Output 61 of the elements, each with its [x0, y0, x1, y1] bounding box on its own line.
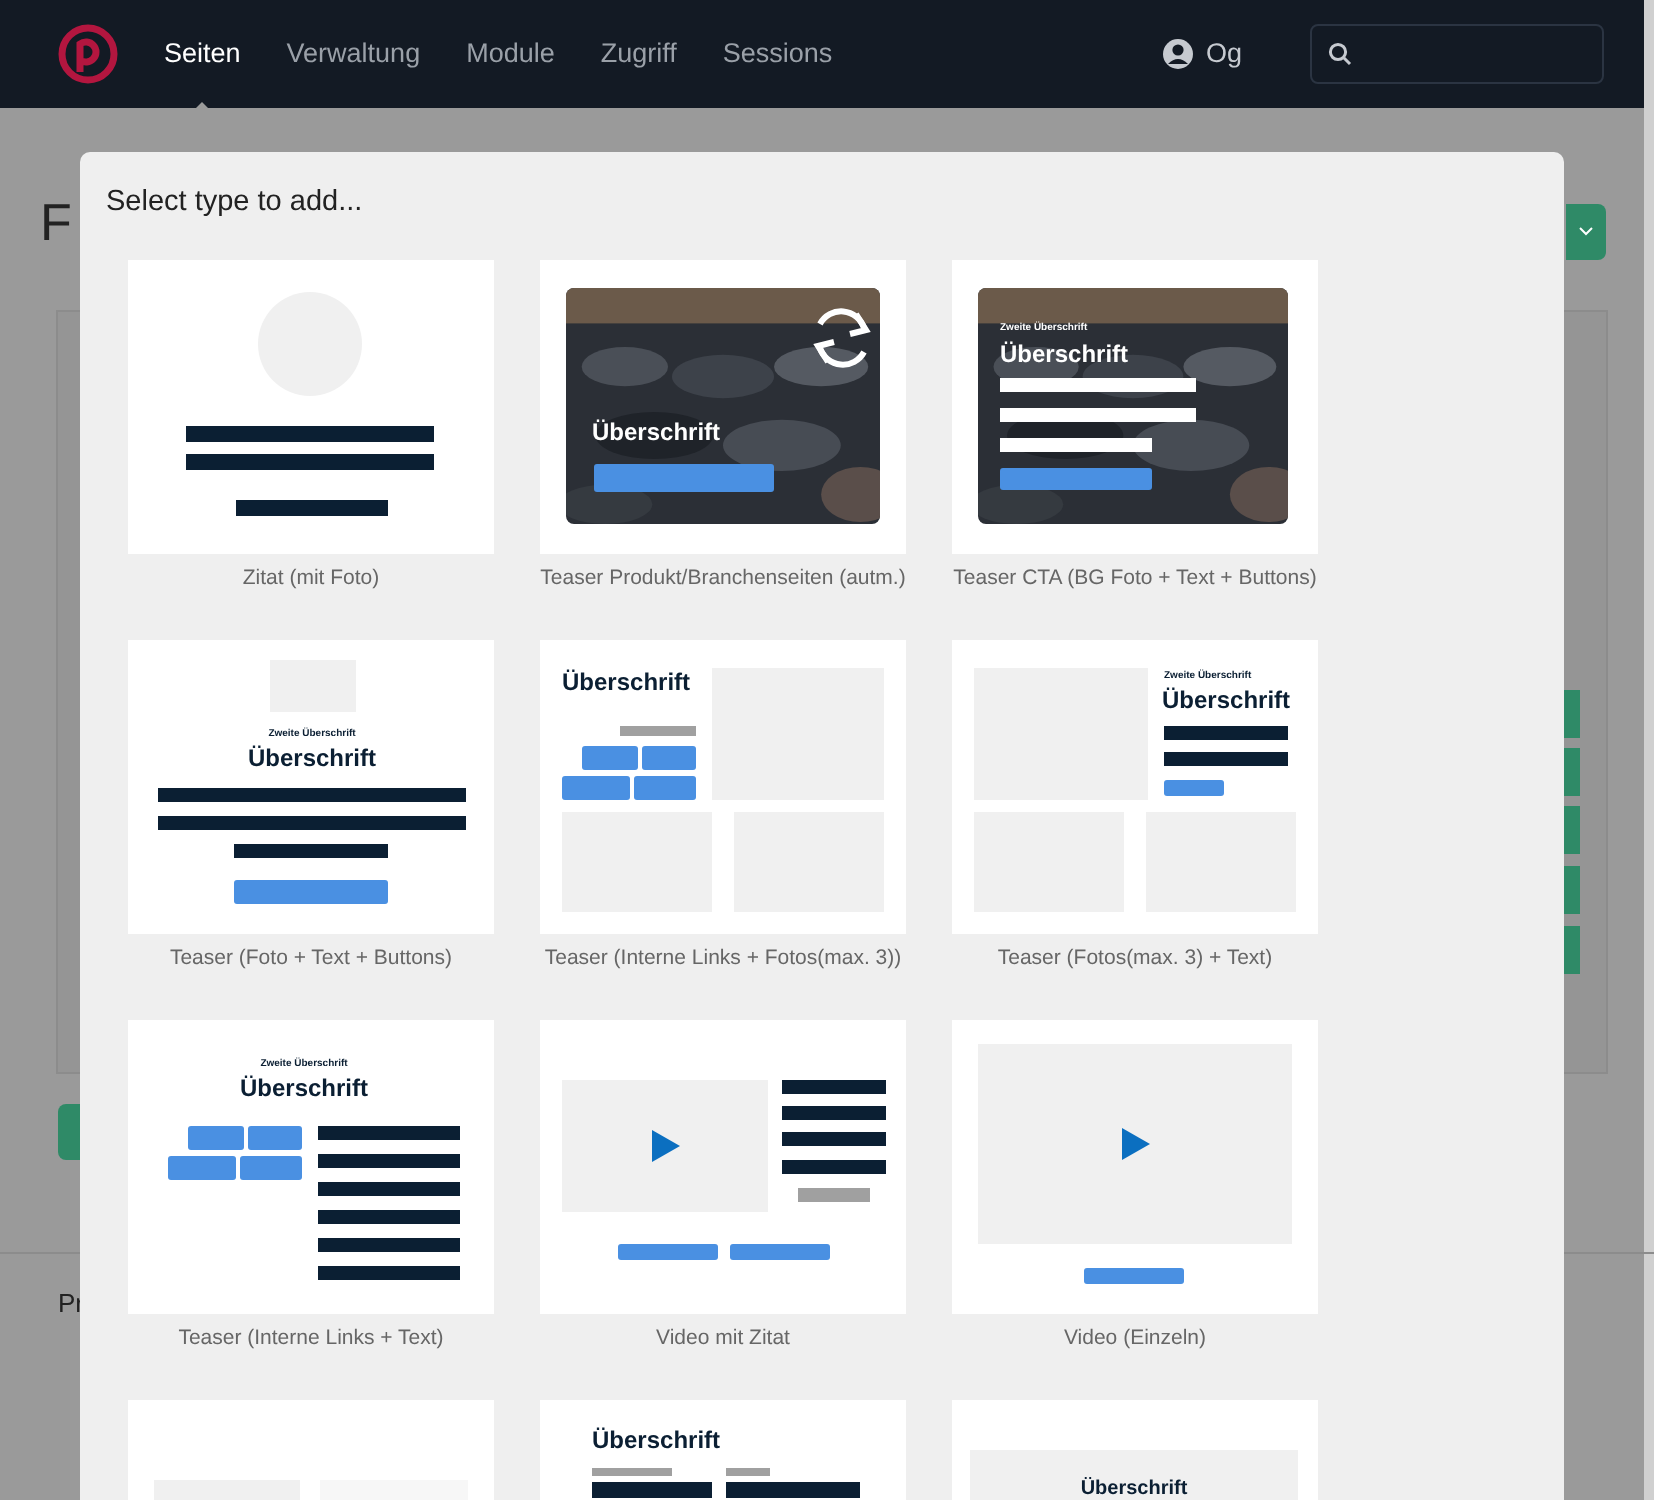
play-icon [1122, 1127, 1150, 1160]
heading-text: Überschrift [1080, 1477, 1188, 1500]
button-placeholder [248, 1125, 302, 1150]
heading-text: Überschrift [1000, 339, 1129, 368]
block-type-tile[interactable]: Überschrift [540, 259, 906, 554]
chevron-down-icon [1578, 226, 1594, 238]
tile-label: Teaser (Interne Links + Fotos(max. 3)) [544, 943, 902, 974]
button-placeholder [582, 745, 638, 770]
action-button[interactable] [1564, 866, 1580, 914]
add-button[interactable] [58, 1104, 82, 1160]
button-placeholder [618, 1243, 718, 1260]
tile-label: Teaser (Fotos(max. 3) + Text) [997, 943, 1273, 974]
action-button[interactable] [1564, 748, 1580, 796]
nav-tab[interactable]: Sessions [700, 25, 855, 83]
dropdown-button[interactable] [1566, 204, 1606, 260]
action-button[interactable] [1564, 690, 1580, 738]
play-icon [652, 1129, 680, 1162]
nav-tab[interactable]: Module [444, 25, 577, 83]
section-label: Pr [58, 1286, 84, 1322]
nav-tab[interactable]: Verwaltung [264, 25, 443, 83]
tile-label: Zitat (mit Foto) [242, 563, 380, 594]
page-heading: F [40, 192, 72, 252]
button-placeholder [1164, 779, 1224, 796]
user-icon[interactable] [1161, 38, 1194, 70]
search-field[interactable] [1310, 24, 1604, 84]
tile-label: Teaser CTA (BG Foto + Text + Buttons) [953, 563, 1317, 594]
button-placeholder [634, 775, 696, 800]
block-type-tile[interactable] [540, 1019, 906, 1314]
tile-label: Teaser Produkt/Branchenseiten (autm.) [540, 563, 906, 594]
heading-text: Überschrift [592, 417, 721, 446]
button-placeholder [168, 1155, 236, 1180]
heading-text: Überschrift [1162, 685, 1291, 714]
block-type-tile[interactable] [128, 259, 494, 554]
block-type-tile[interactable]: Überschrift [540, 1399, 906, 1500]
action-button[interactable] [1564, 806, 1580, 854]
tile-label: Video (Einzeln) [1063, 1323, 1206, 1354]
refresh-icon [813, 307, 871, 368]
button-placeholder [188, 1125, 244, 1150]
heading-text: Überschrift [240, 1073, 368, 1102]
button-placeholder [1084, 1267, 1184, 1284]
logo-icon [58, 24, 118, 84]
block-type-tile[interactable]: Überschrift [952, 1399, 1318, 1500]
block-type-tile[interactable] [952, 1019, 1318, 1314]
tile-label: Video mit Zitat [656, 1323, 790, 1354]
button-placeholder [240, 1155, 302, 1180]
block-type-tile[interactable]: Überschrift [540, 639, 906, 934]
heading-text: Überschrift [592, 1425, 721, 1454]
nav-tab[interactable]: Zugriff [578, 25, 699, 83]
nav-tab[interactable]: Seiten [142, 25, 263, 83]
scrollbar[interactable] [1644, 0, 1654, 1500]
tile-label: Teaser (Foto + Text + Buttons) [169, 943, 453, 974]
heading-text: Überschrift [248, 743, 376, 772]
user-name[interactable]: Og [1205, 33, 1242, 75]
button-placeholder [642, 745, 696, 770]
button-placeholder [562, 775, 630, 800]
tile-label: Teaser (Interne Links + Text) [178, 1323, 444, 1354]
search-icon [1328, 42, 1352, 66]
modal-title: Select type to add... [106, 184, 363, 222]
heading-text: Überschrift [562, 667, 691, 696]
action-button[interactable] [1564, 926, 1580, 974]
button-placeholder [730, 1243, 830, 1260]
